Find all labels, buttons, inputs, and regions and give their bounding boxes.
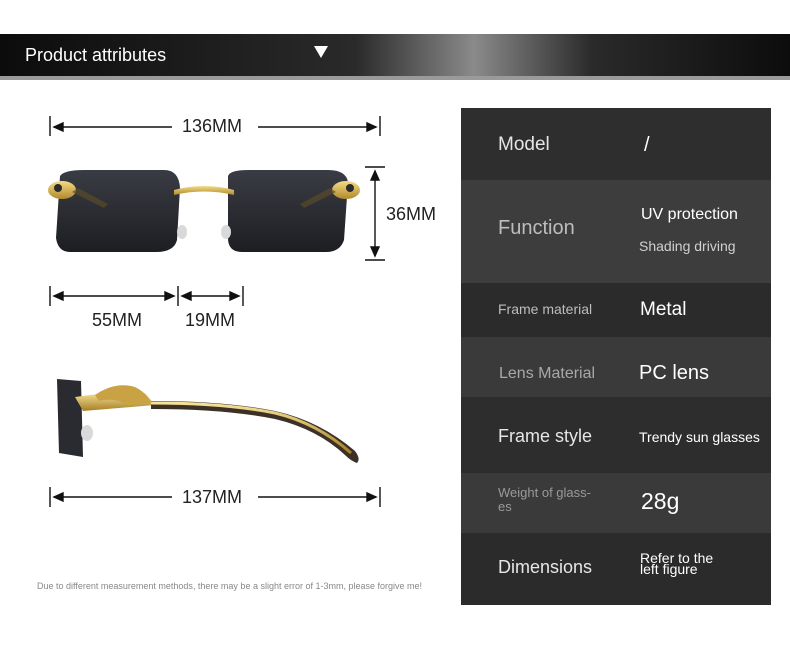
attributes-table: Model / Function UV protection Shading d… (461, 108, 771, 605)
attr-value: Metal (640, 299, 687, 320)
attr-row-dimensions: Dimensions Refer to the left figure (461, 533, 771, 605)
attr-row-model: Model / (461, 108, 771, 180)
attr-row-frame-material: Frame material Metal (461, 283, 771, 337)
attr-label: Model (498, 134, 550, 155)
attr-value: 28g (641, 488, 680, 514)
measurement-note: Due to different measurement methods, th… (37, 581, 423, 591)
attr-value-secondary: Shading driving (639, 238, 736, 254)
attr-label: Weight of glass-es (498, 485, 591, 514)
lens-width-label: 55MM (92, 310, 143, 330)
attr-label: Function (498, 217, 575, 239)
attr-value: Refer to the left figure (640, 550, 714, 577)
height-dimension-label: 36MM (386, 204, 437, 224)
attr-label: Frame material (498, 301, 593, 317)
attr-row-frame-style: Frame style Trendy sun glasses (461, 397, 771, 473)
attr-value: PC lens (639, 362, 710, 384)
attr-label: Dimensions (498, 557, 593, 577)
attr-value: Trendy sun glasses (639, 429, 760, 445)
bridge-width-label: 19MM (185, 310, 236, 330)
attr-row-function: Function UV protection Shading driving (461, 180, 771, 283)
width-dimension-label: 136MM (182, 116, 243, 136)
temple-length-label: 137MM (182, 487, 243, 507)
attr-label: Frame style (498, 426, 593, 446)
attr-value: / (644, 134, 650, 156)
attr-value: UV protection (641, 206, 738, 223)
attr-row-weight: Weight of glass-es 28g (461, 473, 771, 533)
attr-row-lens-material: Lens Material PC lens (461, 337, 771, 397)
attr-label: Lens Material (499, 365, 596, 382)
